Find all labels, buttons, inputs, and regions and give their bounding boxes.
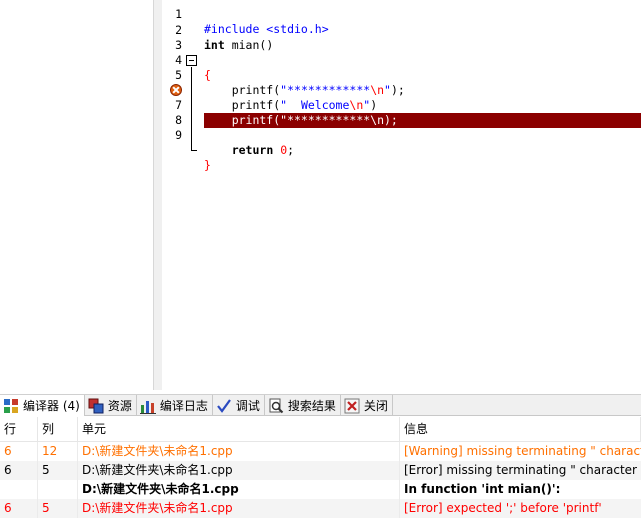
tab-resources[interactable]: 资源 bbox=[85, 395, 137, 416]
code-line-5[interactable]: 5 printf(" Welcome\n") bbox=[162, 53, 641, 112]
cell-column: 12 bbox=[38, 442, 78, 461]
code-line-6-error[interactable]: printf("************\n); bbox=[162, 68, 641, 128]
tab-label: 调试 bbox=[235, 399, 260, 413]
code-line-7[interactable]: 7 bbox=[162, 83, 641, 128]
cell-unit: D:\新建文件夹\未命名1.cpp bbox=[78, 480, 400, 499]
fold-end-mark bbox=[191, 150, 197, 151]
cell-unit: D:\新建文件夹\未命名1.cpp bbox=[78, 499, 400, 518]
code-token: ; bbox=[287, 143, 295, 157]
header-line[interactable]: 行 bbox=[0, 417, 38, 441]
code-line-4[interactable]: 4 printf("************\n"); bbox=[162, 38, 641, 97]
cell-column: 5 bbox=[38, 499, 78, 518]
cell-line: 6 bbox=[0, 461, 38, 480]
line-number: 9 bbox=[175, 128, 182, 142]
tab-label: 编译器 (4) bbox=[23, 399, 80, 413]
project-panel bbox=[0, 0, 154, 390]
tab-label: 搜索结果 bbox=[287, 399, 336, 413]
tab-label: 资源 bbox=[107, 399, 132, 413]
cell-unit: D:\新建文件夹\未命名1.cpp bbox=[78, 442, 400, 461]
cell-column bbox=[38, 480, 78, 499]
code-line-9[interactable]: 9 } bbox=[162, 113, 641, 172]
tab-close[interactable]: 关闭 bbox=[341, 395, 393, 416]
table-row[interactable]: D:\新建文件夹\未命名1.cpp In function 'int mian(… bbox=[0, 480, 641, 499]
cell-info: [Error] expected ';' before 'printf' bbox=[404, 501, 602, 515]
resources-icon bbox=[88, 398, 104, 414]
close-icon bbox=[344, 398, 360, 414]
table-row[interactable]: 6 12 D:\新建文件夹\未命名1.cpp [Warning] missing… bbox=[0, 442, 641, 461]
code-editor[interactable]: 1 #include <stdio.h> 2 int mian() 3 { 4 … bbox=[162, 0, 641, 390]
cell-line: 6 bbox=[0, 499, 38, 518]
table-row[interactable]: 6 5 D:\新建文件夹\未命名1.cpp [Error] expected '… bbox=[0, 499, 641, 518]
tab-label: 关闭 bbox=[363, 399, 388, 413]
fold-guide-area bbox=[186, 143, 198, 158]
tab-label: 编译日志 bbox=[159, 399, 208, 413]
tab-search-results[interactable]: 搜索结果 bbox=[265, 395, 341, 416]
cell-unit: D:\新建文件夹\未命名1.cpp bbox=[78, 461, 400, 480]
header-column[interactable]: 列 bbox=[38, 417, 78, 441]
code-line-8[interactable]: 8 return 0; bbox=[162, 98, 641, 157]
tab-debug[interactable]: 调试 bbox=[213, 395, 265, 416]
code-text[interactable]: return 0; bbox=[204, 143, 294, 158]
cell-info: [Warning] missing terminating " characte… bbox=[404, 444, 641, 458]
code-token: return bbox=[231, 143, 274, 157]
cell-info: In function 'int mian()': bbox=[404, 482, 561, 496]
code-text[interactable]: } bbox=[204, 158, 211, 173]
table-header: 行 列 单元 信息 bbox=[0, 417, 641, 442]
header-info[interactable]: 信息 bbox=[400, 417, 641, 441]
cell-line: 6 bbox=[0, 442, 38, 461]
fold-guide bbox=[191, 128, 192, 143]
tab-compile-log[interactable]: 编译日志 bbox=[137, 395, 213, 416]
panel-splitter[interactable] bbox=[154, 0, 162, 390]
search-icon bbox=[268, 398, 284, 414]
code-line-2[interactable]: 2 int mian() bbox=[162, 8, 641, 52]
checkmark-icon bbox=[216, 398, 232, 414]
cell-line bbox=[0, 480, 38, 499]
cell-column: 5 bbox=[38, 461, 78, 480]
table-row[interactable]: 6 5 D:\新建文件夹\未命名1.cpp [Error] missing te… bbox=[0, 461, 641, 480]
grid-icon bbox=[3, 398, 19, 414]
header-unit[interactable]: 单元 bbox=[78, 417, 400, 441]
code-line-3[interactable]: 3 { bbox=[162, 23, 641, 82]
tab-compiler[interactable]: 编译器 (4) bbox=[0, 395, 85, 416]
code-line-1[interactable]: 1 #include <stdio.h> bbox=[162, 0, 641, 36]
compiler-messages-table[interactable]: 行 列 单元 信息 6 12 D:\新建文件夹\未命名1.cpp [Warnin… bbox=[0, 417, 641, 518]
code-token: } bbox=[204, 158, 211, 172]
bar-chart-icon bbox=[139, 398, 156, 414]
message-tabbar: 编译器 (4) 资源 编译日志 调试 搜索结果 关闭 bbox=[0, 394, 641, 416]
cell-info: [Error] missing terminating " character bbox=[404, 463, 637, 477]
